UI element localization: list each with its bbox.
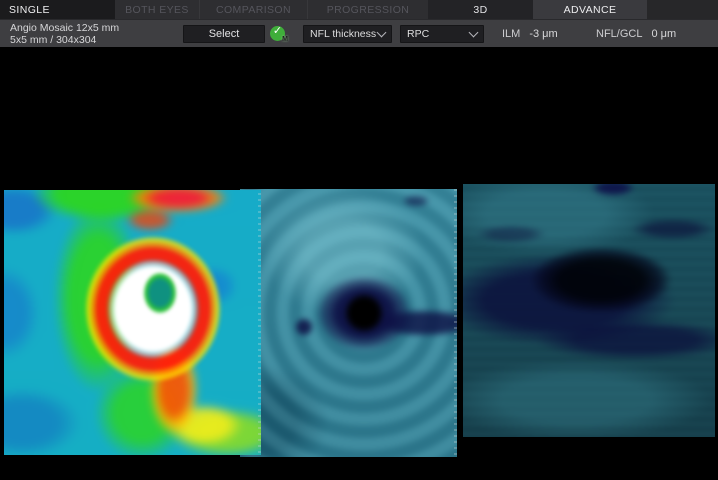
tab-progression[interactable]: PROGRESSION — [307, 0, 428, 19]
ilm-label: ILM — [502, 28, 520, 40]
scan-title: Angio Mosaic 12x5 mm — [10, 22, 119, 34]
tab-single[interactable]: SINGLE — [0, 0, 115, 19]
nflgcl-label: NFL/GCL — [596, 28, 642, 40]
layer-type-dropdown[interactable]: NFL thickness — [303, 25, 392, 43]
tab-both-eyes[interactable]: BOTH EYES — [115, 0, 199, 19]
slab-value: RPC — [407, 28, 429, 40]
tab-3d[interactable]: 3D — [428, 0, 533, 19]
mosaic-right-thickness-map[interactable] — [463, 184, 715, 437]
scan-subtitle: 5x5 mm / 304x304 — [10, 34, 119, 46]
tab-comparison[interactable]: COMPARISON — [199, 0, 307, 19]
mosaic-seam — [258, 191, 261, 453]
app-window: SINGLE BOTH EYES COMPARISON PROGRESSION … — [0, 0, 718, 480]
chevron-down-icon — [469, 28, 479, 38]
ilm-boundary-setting: ILM -3 μm — [502, 20, 558, 48]
scan-info: Angio Mosaic 12x5 mm 5x5 mm / 304x304 — [10, 22, 119, 46]
ilm-value: -3 μm — [529, 28, 557, 40]
nflgcl-boundary-setting: NFL/GCL 0 μm — [596, 20, 676, 48]
select-button[interactable]: Select — [183, 25, 265, 43]
slab-dropdown[interactable]: RPC — [400, 25, 484, 43]
chevron-down-icon — [377, 28, 387, 38]
mosaic-center-thickness-map[interactable] — [240, 189, 457, 457]
thickness-map-image — [463, 184, 715, 437]
mosaic-seam — [454, 189, 457, 455]
tab-bar: SINGLE BOTH EYES COMPARISON PROGRESSION … — [0, 0, 718, 19]
nflgcl-value: 0 μm — [651, 28, 676, 40]
nfl-thickness-heatmap[interactable] — [4, 190, 261, 455]
mosaic-check-icon[interactable]: M — [270, 26, 285, 41]
thickness-map-image — [240, 189, 457, 457]
optic-disc-ring — [4, 190, 261, 455]
tab-bar-filler — [647, 0, 718, 19]
toolbar: Angio Mosaic 12x5 mm 5x5 mm / 304x304 Se… — [0, 19, 718, 47]
layer-type-value: NFL thickness — [310, 28, 376, 40]
mosaic-letter: M — [282, 36, 288, 43]
image-viewer — [0, 47, 718, 480]
tab-advance[interactable]: ADVANCE — [533, 0, 647, 19]
